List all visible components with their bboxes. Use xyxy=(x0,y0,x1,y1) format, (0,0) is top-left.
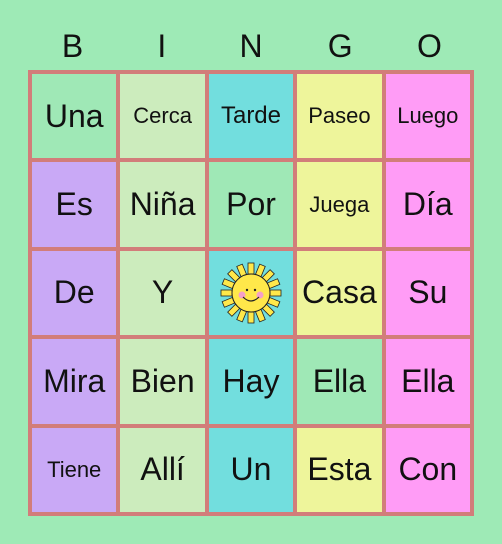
header-letter: G xyxy=(327,28,353,64)
bingo-cell[interactable]: Mira xyxy=(32,339,117,424)
bingo-cell[interactable]: Ella xyxy=(297,339,382,424)
cell-label: Esta xyxy=(307,451,372,488)
free-space-cell[interactable] xyxy=(208,250,294,336)
cell-label: Juega xyxy=(309,191,370,217)
bingo-cell[interactable]: Es xyxy=(32,162,117,247)
cell-label: Hay xyxy=(222,362,280,399)
bingo-cell[interactable]: Cerca xyxy=(120,74,205,159)
cell-label: Su xyxy=(408,274,448,311)
cell-label: Y xyxy=(151,274,174,311)
bingo-cell[interactable]: Luego xyxy=(385,74,470,159)
bingo-cell[interactable]: Juega xyxy=(297,162,382,247)
header-letter: I xyxy=(157,28,167,64)
cell-label: Cerca xyxy=(133,103,192,129)
cell-label: Niña xyxy=(129,186,196,223)
cell-label: Un xyxy=(230,451,272,488)
bingo-cell[interactable]: Bien xyxy=(120,339,205,424)
bingo-grid: Una Cerca Tarde Paseo Luego Es Niña Por Juega Día… xyxy=(28,70,474,516)
cell-label: Bien xyxy=(130,362,195,399)
bingo-cell[interactable]: Hay xyxy=(208,339,294,424)
cell-label: Allí xyxy=(140,451,185,488)
bingo-cell[interactable]: Esta xyxy=(297,427,382,512)
bingo-cell[interactable]: Tiene xyxy=(32,427,117,512)
bingo-cell[interactable]: Casa xyxy=(297,250,382,336)
cell-label: Una xyxy=(44,97,104,134)
bingo-cell[interactable]: Una xyxy=(32,74,117,159)
bingo-cell[interactable]: Tarde xyxy=(208,74,294,159)
header-letter: N xyxy=(239,28,263,64)
cell-label: Ella xyxy=(312,362,367,399)
cell-label: Paseo xyxy=(308,103,371,129)
cell-label: De xyxy=(53,274,95,311)
cell-label: Tiene xyxy=(47,456,102,482)
bingo-cell[interactable]: Niña xyxy=(120,162,205,247)
bingo-cell[interactable]: Y xyxy=(120,250,205,336)
header-letter: B xyxy=(61,28,84,64)
cell-label: Tarde xyxy=(220,102,282,130)
cell-label: Ella xyxy=(401,362,455,399)
cell-label: Mira xyxy=(43,362,106,399)
bingo-cell[interactable]: Su xyxy=(385,250,470,336)
bingo-cell[interactable]: De xyxy=(32,250,117,336)
cell-label: Día xyxy=(402,186,453,223)
cell-label: Es xyxy=(55,186,93,223)
cell-label: Por xyxy=(226,186,276,223)
cell-label: Luego xyxy=(397,103,459,129)
header-letter: O xyxy=(416,28,442,64)
sun-icon xyxy=(220,262,282,324)
bingo-cell[interactable]: Día xyxy=(385,162,470,247)
bingo-cell[interactable]: Paseo xyxy=(297,74,382,159)
bingo-cell[interactable]: Un xyxy=(208,427,294,512)
bingo-cell[interactable]: Allí xyxy=(120,427,205,512)
bingo-cell[interactable]: Con xyxy=(385,427,470,512)
cell-label: Casa xyxy=(302,274,377,311)
bingo-cell[interactable]: Por xyxy=(208,162,294,247)
cell-label: Con xyxy=(398,451,458,488)
bingo-cell[interactable]: Ella xyxy=(385,339,470,424)
bingo-header: B I N G O xyxy=(28,28,474,65)
